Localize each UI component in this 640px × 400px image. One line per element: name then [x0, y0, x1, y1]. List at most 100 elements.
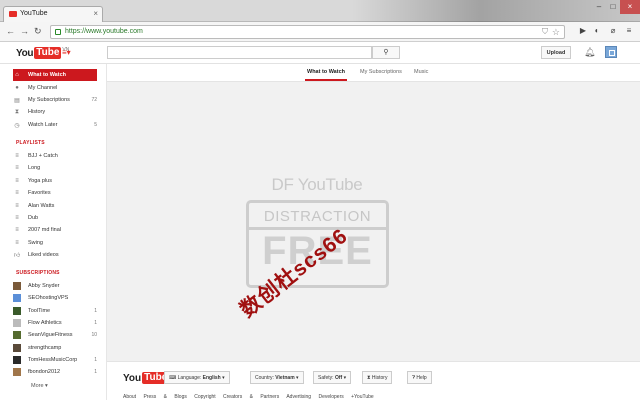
sidebar-subscription-item[interactable]: ToolTime 1 — [13, 305, 97, 317]
upload-button[interactable]: Upload — [541, 46, 571, 59]
tab-close-icon[interactable]: × — [93, 9, 98, 18]
country-value: Vietnam — [275, 375, 295, 381]
playlist-icon: ≡ — [15, 215, 19, 221]
channel-avatar — [13, 343, 21, 352]
extension-circle-icon[interactable]: ◐ — [592, 26, 602, 36]
sidebar-item-label: Dub — [28, 215, 39, 221]
country-button[interactable]: Country: Vietnam ▾ — [250, 371, 304, 384]
sidebar-item-label: 2007 md final — [28, 227, 62, 234]
menu-icon[interactable]: ≡ — [624, 26, 634, 36]
sidebar-item-my-channel[interactable]: ● My Channel — [13, 82, 97, 94]
sidebar-playlist-item[interactable]: ≡ Long — [13, 162, 97, 174]
sidebar-subscription-item[interactable]: SEOhostingVPS — [13, 292, 97, 304]
sidebar-item-label: My Subscriptions — [28, 97, 70, 103]
sidebar-item-label: ToolTime — [28, 307, 51, 314]
maximize-icon[interactable]: □ — [606, 0, 620, 14]
tab-what-to-watch[interactable]: What to Watch — [305, 69, 347, 81]
tab-music[interactable]: Music — [414, 69, 428, 75]
channel-avatar — [13, 318, 21, 327]
history-button[interactable]: ⧗ History — [362, 371, 393, 384]
minimize-icon[interactable]: – — [592, 0, 606, 14]
guide-sidebar: ⌂ What to Watch ● My Channel ▤ My Subscr… — [0, 64, 107, 400]
url-text: https://www.youtube.com — [65, 28, 143, 35]
sidebar-item-count: 5 — [94, 122, 97, 128]
forward-icon[interactable]: → — [20, 26, 29, 36]
search-button[interactable]: ⚲ — [372, 46, 400, 59]
back-icon[interactable]: ← — [6, 26, 15, 36]
playlist-icon: ≡ — [15, 202, 19, 209]
help-icon: ❓︎ — [412, 375, 416, 381]
main-content: What to Watch My Subscriptions Music DF … — [107, 64, 640, 400]
sidebar-playlist-item[interactable]: ≡ Favorites — [13, 187, 97, 199]
playlist-icon: ≡ — [15, 190, 19, 197]
sidebar-item-watch-later[interactable]: ◷ Watch Later 5 — [13, 119, 97, 131]
safety-label: Safety: — [318, 375, 334, 381]
bookmark-star-icon[interactable]: ☆ — [552, 27, 560, 38]
sidebar-item-label: My Channel — [28, 85, 58, 91]
youtube-favicon-icon — [9, 11, 17, 17]
sidebar-subscription-item[interactable]: Flow Athletics 1 — [13, 317, 97, 329]
window-controls: – □ × — [592, 0, 640, 14]
footer-links[interactable]: About Press & Blogs Copyright Creators &… — [123, 394, 374, 400]
guide-menu-icon[interactable]: ≡▾ — [62, 48, 71, 57]
channel-avatar — [13, 282, 21, 290]
channel-avatar — [13, 368, 21, 377]
window-close-icon[interactable]: × — [620, 0, 640, 14]
extension-tag-icon[interactable]: ⌀ — [608, 26, 618, 36]
sidebar-item-my-subscriptions[interactable]: ▤ My Subscriptions 72 — [13, 94, 97, 106]
sidebar-subscription-item[interactable]: fbondon2012 1 — [13, 366, 97, 378]
sidebar-item-label: History — [28, 109, 46, 115]
sidebar-item-count: 1 — [94, 307, 97, 314]
help-button[interactable]: ❓︎ Help — [407, 371, 432, 384]
sidebar-item-label: Abby Snyder — [28, 283, 60, 289]
sidebar-subscription-item[interactable]: TomHessMusicCorp 1 — [13, 354, 97, 366]
sidebar-item-label: Favorites — [28, 190, 51, 197]
browser-tab[interactable]: YouTube × — [3, 6, 103, 22]
footer-youtube-logo[interactable]: You Tube — [123, 372, 170, 384]
sidebar-item-what-to-watch[interactable]: ⌂ What to Watch — [13, 69, 97, 81]
channel-avatar — [13, 331, 21, 340]
avatar[interactable] — [605, 46, 617, 58]
address-bar[interactable]: https://www.youtube.com ⛉ ☆ — [50, 25, 565, 39]
youtube-header: You Tube VN ≡▾ ⚲ Upload 🔔︎ — [0, 42, 640, 64]
sidebar-item-label: Flow Athletics — [28, 319, 62, 326]
subscriptions-icon: ▤ — [14, 97, 20, 104]
sidebar-subscription-item[interactable]: Abby Snyder — [13, 280, 97, 292]
hourglass-icon: ⧗ — [367, 375, 371, 381]
sidebar-playlist-item[interactable]: ≡ Swing — [13, 237, 97, 249]
sidebar-item-history[interactable]: ⧗ History — [13, 106, 97, 118]
extension-play-icon[interactable]: ▶ — [578, 26, 588, 36]
search-input[interactable] — [107, 46, 372, 59]
language-button[interactable]: ⌨ Language: English ▾ — [164, 371, 230, 384]
footer-logo-you: You — [123, 372, 142, 384]
search-icon: ⚲ — [383, 49, 389, 56]
sidebar-playlist-item[interactable]: ≡ Dub — [13, 212, 97, 224]
channel-avatar — [13, 306, 21, 315]
channel-avatar — [13, 294, 21, 303]
sidebar-playlist-item[interactable]: ≡ Alan Watts — [13, 200, 97, 212]
sidebar-more-link[interactable]: More ▾ — [31, 383, 48, 389]
sidebar-playlist-item[interactable]: ≡ Yoga plus — [13, 175, 97, 187]
notifications-bell-icon[interactable]: 🔔︎ — [584, 47, 595, 58]
safety-button[interactable]: Safety: Off ▾ — [313, 371, 352, 384]
playlists-heading[interactable]: PLAYLISTS — [16, 140, 45, 146]
subscriptions-heading[interactable]: SUBSCRIPTIONS — [16, 270, 60, 276]
more-label: More — [31, 383, 44, 389]
sidebar-playlist-item[interactable]: 👍︎ Liked videos — [13, 249, 97, 261]
sidebar-playlist-item[interactable]: ≡ BJJ + Catch — [13, 150, 97, 162]
sidebar-item-count: 72 — [91, 97, 97, 103]
sidebar-item-label: Alan Watts — [28, 202, 55, 209]
page-footer: You Tube ⌨ Language: English ▾ Country: … — [107, 361, 640, 400]
sidebar-subscription-item[interactable]: SeanVigueFitness 10 — [13, 329, 97, 341]
shield-icon[interactable]: ⛉ — [542, 27, 548, 37]
reload-icon[interactable]: ↻ — [34, 26, 42, 37]
browser-titlebar: YouTube × – □ × — [0, 0, 640, 22]
history-icon: ⧗ — [14, 108, 20, 115]
safety-value: Off — [334, 375, 343, 381]
sidebar-item-label: strengthcamp — [28, 344, 62, 351]
language-value: English — [202, 375, 221, 381]
sidebar-subscription-item[interactable]: strengthcamp — [13, 342, 97, 354]
tab-my-subscriptions[interactable]: My Subscriptions — [360, 69, 402, 75]
playlist-icon: ≡ — [15, 165, 19, 172]
sidebar-playlist-item[interactable]: ≡ 2007 md final — [13, 224, 97, 236]
